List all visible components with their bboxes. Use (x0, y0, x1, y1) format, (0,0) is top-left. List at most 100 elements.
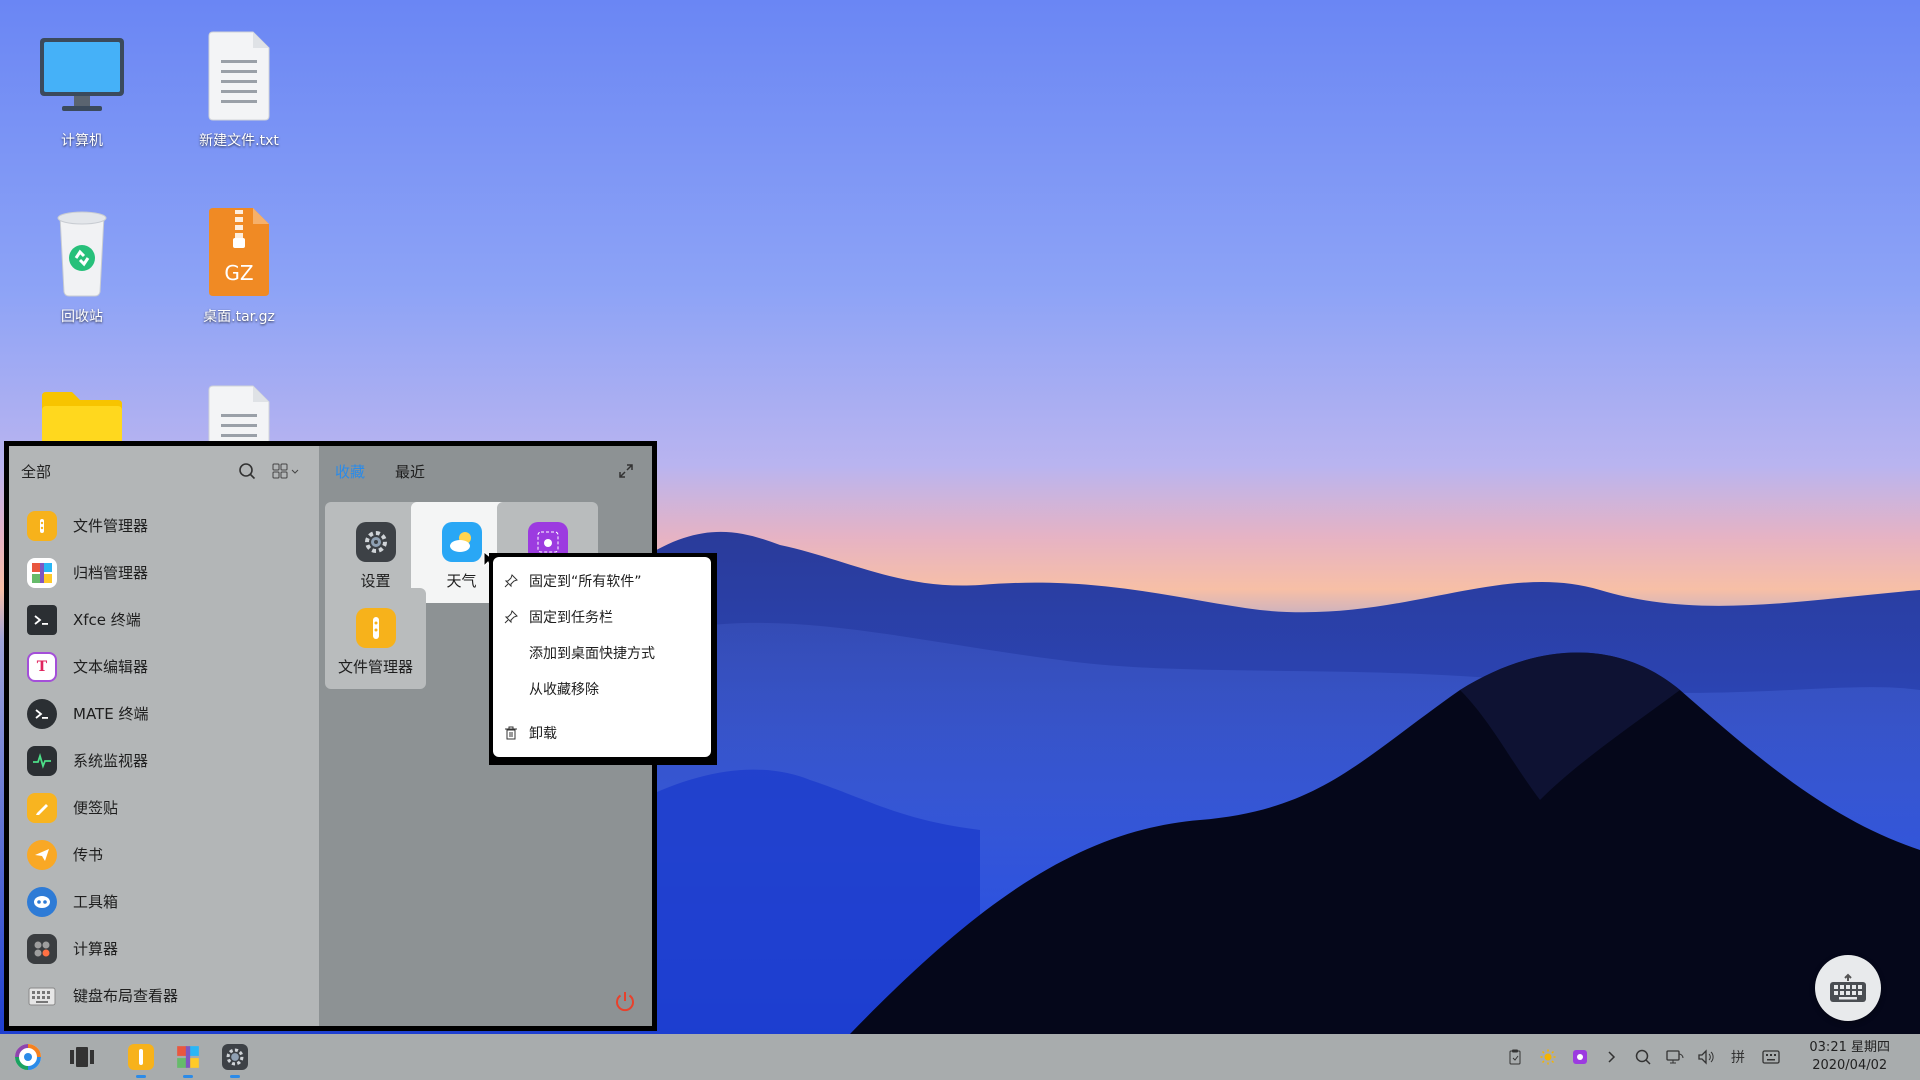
app-name: 文本编辑器 (73, 658, 149, 676)
app-item-file-manager[interactable]: 文件管理器 (9, 502, 319, 549)
taskbar-app-file-manager[interactable] (125, 1041, 157, 1078)
app-name: Xfce 终端 (73, 611, 141, 629)
file-manager-icon (128, 1044, 154, 1070)
app-name: 计算器 (73, 940, 119, 958)
app-name: 工具箱 (73, 893, 119, 911)
file-manager-icon (27, 510, 57, 541)
pin-icon (503, 609, 519, 625)
clock[interactable]: 03:21 星期四 2020/04/02 (1809, 1039, 1890, 1075)
network-icon[interactable] (1665, 1047, 1685, 1067)
toolbox-icon (27, 886, 57, 917)
taskbar-app-archive-manager[interactable] (172, 1041, 204, 1078)
app-item-sticky-notes[interactable]: 便签贴 (9, 784, 319, 831)
tab-recent[interactable]: 最近 (395, 461, 425, 482)
app-name: 键盘布局查看器 (73, 987, 179, 1005)
app-name: 便签贴 (73, 799, 119, 817)
running-indicator (183, 1075, 193, 1078)
volume-icon[interactable] (1696, 1047, 1716, 1067)
send-icon (27, 839, 57, 870)
app-item-text-editor[interactable]: T 文本编辑器 (9, 643, 319, 690)
search-icon[interactable] (1633, 1047, 1653, 1067)
desktop-icon-label: 新建文件.txt (199, 133, 279, 149)
favorites-tabs: 收藏 最近 (319, 446, 652, 496)
brightness-icon[interactable] (1538, 1047, 1558, 1067)
multitask-view-icon (70, 1047, 94, 1067)
context-item-remove-from-favorites[interactable]: 从收藏移除 (493, 671, 711, 707)
virtual-keyboard-button[interactable] (1815, 955, 1881, 1021)
taskbar: 拼 03:21 星期四 2020/04/02 (0, 1034, 1920, 1080)
keyboard-icon (27, 981, 57, 1011)
keyboard-icon[interactable] (1761, 1047, 1781, 1067)
taskbar-app-settings[interactable] (219, 1041, 251, 1078)
favorite-label: 文件管理器 (337, 658, 413, 676)
category-label[interactable]: 全部 (21, 461, 227, 482)
search-icon (239, 463, 256, 480)
chevron-right-icon[interactable] (1602, 1047, 1622, 1067)
screenshot-icon[interactable] (1570, 1047, 1590, 1067)
desktop-icon-computer[interactable]: 计算机 (17, 30, 147, 150)
expand-icon (619, 464, 633, 478)
app-item-xfce-terminal[interactable]: Xfce 终端 (9, 596, 319, 643)
favorite-tile-file-manager[interactable]: 文件管理器 (325, 588, 426, 689)
power-button[interactable] (612, 988, 638, 1014)
app-name: MATE 终端 (73, 705, 149, 723)
app-list: 文件管理器 归档管理器 Xfce 终端 T 文本编辑器 MATE 终端 系统监视… (9, 496, 319, 1019)
favorite-label: 天气 (446, 572, 477, 590)
desktop-icon-archive[interactable]: GZ 桌面.tar.gz (174, 206, 304, 326)
multitask-view-button[interactable] (66, 1041, 98, 1073)
clock-time: 03:21 星期四 (1809, 1040, 1890, 1055)
context-item-label: 固定到“所有软件” (529, 574, 642, 590)
context-item-add-desktop-shortcut[interactable]: 添加到桌面快捷方式 (493, 635, 711, 671)
context-item-label: 卸载 (529, 726, 557, 742)
start-menu-icon (15, 1044, 41, 1070)
view-mode-button[interactable] (267, 457, 307, 485)
context-menu: 固定到“所有软件” 固定到任务栏 添加到桌面快捷方式 从收藏移除 卸载 (489, 553, 717, 765)
input-method-indicator[interactable]: 拼 (1728, 1047, 1748, 1067)
desktop-icon-recycle-bin[interactable]: 回收站 (17, 206, 147, 326)
clipboard-icon[interactable] (1505, 1047, 1525, 1067)
app-item-archive-manager[interactable]: 归档管理器 (9, 549, 319, 596)
settings-icon (355, 522, 396, 562)
context-item-uninstall[interactable]: 卸载 (493, 715, 711, 751)
archive-manager-icon (27, 557, 57, 588)
grid-view-icon (272, 463, 299, 479)
context-item-label: 从收藏移除 (529, 682, 599, 698)
app-item-calculator[interactable]: 计算器 (9, 925, 319, 972)
start-menu-button[interactable] (12, 1041, 44, 1073)
app-item-system-monitor[interactable]: 系统监视器 (9, 737, 319, 784)
archive-badge: GZ (224, 261, 253, 285)
file-manager-icon (355, 608, 396, 648)
power-icon (616, 992, 634, 1012)
desktop-icon-label: 计算机 (61, 133, 103, 149)
context-menu-body: 固定到“所有软件” 固定到任务栏 添加到桌面快捷方式 从收藏移除 卸载 (493, 557, 711, 757)
tab-favorites[interactable]: 收藏 (335, 461, 365, 482)
system-monitor-icon (27, 745, 57, 776)
text-file-icon (191, 30, 287, 126)
app-list-header: 全部 (9, 446, 319, 496)
context-separator (493, 707, 711, 715)
calculator-icon (27, 933, 57, 964)
app-name: 归档管理器 (73, 564, 149, 582)
search-button[interactable] (233, 457, 261, 485)
running-indicator (136, 1075, 146, 1078)
archive-icon: GZ (191, 206, 287, 302)
settings-icon (222, 1044, 248, 1070)
desktop-icon-new-text-file[interactable]: 新建文件.txt (174, 30, 304, 150)
fullscreen-button[interactable] (614, 459, 638, 483)
context-item-pin-to-all-apps[interactable]: 固定到“所有软件” (493, 563, 711, 599)
pin-icon (503, 573, 519, 589)
app-item-chuanshu[interactable]: 传书 (9, 831, 319, 878)
context-item-pin-to-taskbar[interactable]: 固定到任务栏 (493, 599, 711, 635)
context-item-label: 固定到任务栏 (529, 610, 613, 626)
app-item-keyboard-viewer[interactable]: 键盘布局查看器 (9, 972, 319, 1019)
terminal-icon (27, 698, 57, 729)
text-editor-icon: T (27, 651, 57, 682)
recycle-bin-icon (34, 206, 130, 302)
app-item-mate-terminal[interactable]: MATE 终端 (9, 690, 319, 737)
app-item-toolbox[interactable]: 工具箱 (9, 878, 319, 925)
desktop-icon-label: 桌面.tar.gz (203, 309, 275, 325)
app-name: 文件管理器 (73, 517, 149, 535)
desktop-icon-label: 回收站 (61, 309, 103, 325)
running-indicator (230, 1075, 240, 1078)
app-list-pane: 全部 文件管理器 归档管理器 Xfce 终端 T 文本编辑器 MATE 终端 系… (9, 446, 319, 1026)
